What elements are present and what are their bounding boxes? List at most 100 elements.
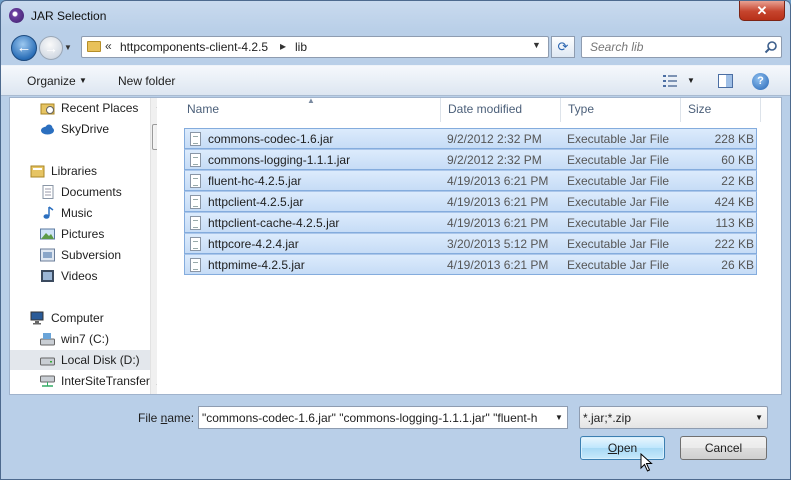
nav-item-skydrive[interactable]: SkyDrive [10,119,157,139]
file-date: 4/19/2013 6:21 PM [447,195,549,209]
network-drive-icon [40,375,55,387]
pictures-icon [40,228,55,240]
chevron-down-icon[interactable]: ▼ [551,407,567,428]
nav-item-drive-d[interactable]: Local Disk (D:) [10,350,157,370]
nav-item-computer[interactable]: Computer [10,308,157,328]
breadcrumb-separator-icon[interactable]: ▸ [280,39,286,53]
file-type: Executable Jar File [567,132,670,146]
nav-item-recent-places[interactable]: Recent Places [10,98,157,118]
file-date: 4/19/2013 6:21 PM [447,216,549,230]
address-overflow[interactable]: « [105,39,112,53]
jar-file-icon [190,153,201,167]
file-type: Executable Jar File [567,153,670,167]
skydrive-icon [41,124,54,135]
nav-item-subversion[interactable]: Subversion [10,245,157,265]
libraries-icon [30,165,45,178]
search-input[interactable]: Search lib [590,40,643,54]
file-size: 222 KB [714,237,754,251]
nav-item-intersitetransfer[interactable]: InterSiteTransfer [10,371,157,391]
column-header-date[interactable]: Date modified [448,102,522,116]
dialog-window: JAR Selection ✕ ← → ▼ « httpcomponents-c… [0,0,791,480]
jar-file-icon [190,132,201,146]
breadcrumb-segment[interactable]: httpcomponents-client-4.2.5 [120,40,268,54]
nav-item-label: Documents [61,185,122,199]
nav-item-label: SkyDrive [61,122,110,136]
file-name: fluent-hc-4.2.5.jar [208,174,302,188]
scroll-up-icon[interactable]: ▲ [155,101,157,110]
view-options-icon[interactable] [663,75,677,87]
organize-button[interactable]: Organize [27,74,76,88]
title-bar[interactable]: JAR Selection ✕ [1,1,790,31]
file-name-field[interactable]: "commons-codec-1.6.jar" "commons-logging… [198,406,568,429]
window-title: JAR Selection [31,9,107,23]
file-size: 228 KB [714,132,754,146]
nav-item-label: Local Disk (D:) [61,353,140,367]
folder-icon [87,41,101,52]
scroll-down-icon[interactable]: ▼ [155,382,157,391]
jar-file-icon [190,195,201,209]
table-row[interactable]: commons-logging-1.1.1.jar 9/2/2012 2:32 … [184,149,757,170]
file-size: 26 KB [721,258,754,272]
scrollbar-thumb[interactable] [152,124,157,150]
recent-places-icon [40,103,55,115]
back-button[interactable]: ← [11,35,37,61]
eclipse-icon [9,8,24,23]
column-header-name[interactable]: Name [187,102,219,116]
nav-item-label: InterSiteTransfer [61,374,150,388]
file-type-filter-select[interactable]: *.jar;*.zip ▼ [579,406,768,429]
file-name-label: File name: [138,411,195,425]
breadcrumb-segment[interactable]: lib [295,40,307,54]
file-date: 9/2/2012 2:32 PM [447,153,542,167]
table-row[interactable]: httpcore-4.2.4.jar 3/20/2013 5:12 PM Exe… [184,233,757,254]
back-arrow-icon: ← [16,39,32,56]
file-name: httpclient-cache-4.2.5.jar [208,216,340,230]
file-name: commons-codec-1.6.jar [208,132,334,146]
refresh-button[interactable]: ⟳ [551,36,575,58]
nav-item-libraries[interactable]: Libraries [10,161,157,181]
file-name-value[interactable]: "commons-codec-1.6.jar" "commons-logging… [202,411,537,425]
file-name: httpmime-4.2.5.jar [208,258,305,272]
music-icon [43,206,54,219]
sort-ascending-icon: ▲ [307,96,315,105]
nav-item-pictures[interactable]: Pictures [10,224,157,244]
forward-button[interactable]: → [39,36,63,60]
file-size: 424 KB [714,195,754,209]
table-row[interactable]: fluent-hc-4.2.5.jar 4/19/2013 6:21 PM Ex… [184,170,757,191]
table-row[interactable]: commons-codec-1.6.jar 9/2/2012 2:32 PM E… [184,128,757,149]
close-button[interactable]: ✕ [739,1,785,21]
file-date: 4/19/2013 6:21 PM [447,258,549,272]
jar-file-icon [190,174,201,188]
nav-item-label: Recent Places [61,101,139,115]
search-icon[interactable] [764,40,778,54]
chevron-down-icon[interactable]: ▼ [79,76,87,85]
table-row[interactable]: httpmime-4.2.5.jar 4/19/2013 6:21 PM Exe… [184,254,757,275]
new-folder-button[interactable]: New folder [118,74,175,88]
nav-item-videos[interactable]: Videos [10,266,157,286]
file-rows: commons-codec-1.6.jar 9/2/2012 2:32 PM E… [184,128,757,275]
navigation-pane: Recent Places SkyDrive Libraries Documen… [10,98,157,394]
help-button[interactable]: ? [752,73,769,90]
chevron-down-icon[interactable]: ▼ [755,413,763,422]
recent-locations-dropdown[interactable]: ▼ [64,43,74,53]
view-dropdown-icon[interactable]: ▼ [687,76,695,85]
nav-item-drive-c[interactable]: win7 (C:) [10,329,157,349]
table-row[interactable]: httpclient-4.2.5.jar 4/19/2013 6:21 PM E… [184,191,757,212]
navigation-scrollbar[interactable]: ▲ ▼ [150,98,157,394]
nav-item-music[interactable]: Music [10,203,157,223]
address-dropdown-icon[interactable]: ▼ [532,40,541,50]
table-row[interactable]: httpclient-cache-4.2.5.jar 4/19/2013 6:2… [184,212,757,233]
search-box[interactable]: Search lib [581,36,782,58]
forward-arrow-icon: → [44,40,58,56]
file-type: Executable Jar File [567,195,670,209]
nav-item-documents[interactable]: Documents [10,182,157,202]
file-date: 3/20/2013 5:12 PM [447,237,549,251]
subversion-icon [40,248,55,262]
address-bar[interactable]: « httpcomponents-client-4.2.5 ▸ lib ▼ [81,36,549,58]
videos-icon [41,270,54,282]
file-type: Executable Jar File [567,258,670,272]
cancel-button[interactable]: Cancel [680,436,767,460]
column-header-type[interactable]: Type [568,102,594,116]
preview-pane-icon[interactable] [718,74,733,88]
nav-item-label: Libraries [51,164,98,178]
column-header-size[interactable]: Size [688,102,711,116]
